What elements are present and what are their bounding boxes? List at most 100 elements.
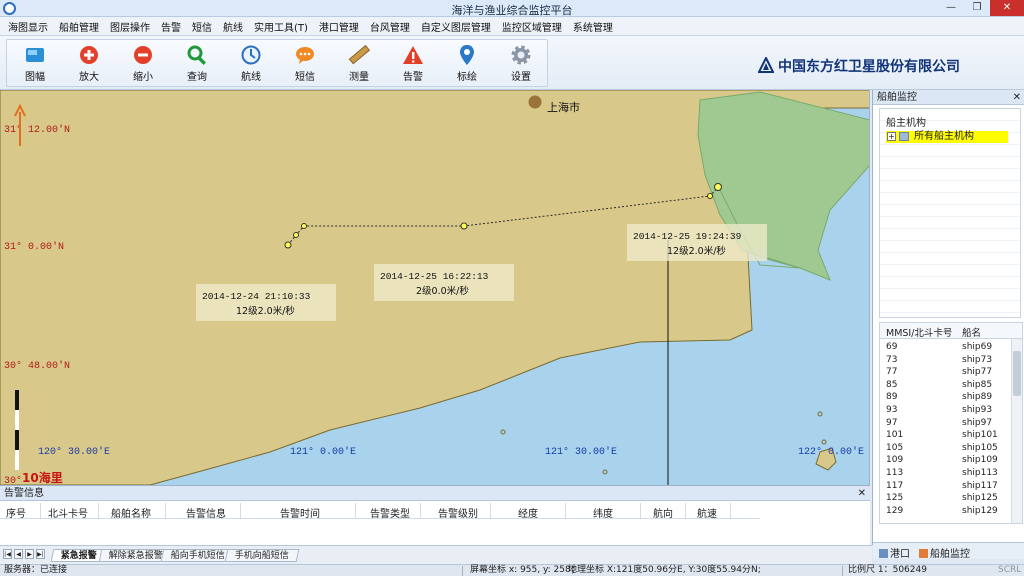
map-canvas[interactable]: 上海市 31° 12.00'N 31° 0.00'N 30° 48.00'N 3… [0, 90, 870, 485]
status-bar: 服务器：已连接 屏幕坐标 x: 955, y: 258； 地理坐标 X:121度… [0, 564, 1024, 576]
ship-list-scrollbar[interactable] [1011, 339, 1022, 523]
city-label: 上海市 [547, 100, 580, 114]
tree-item-all-owners[interactable]: + 所有船主机构 [886, 131, 1008, 143]
menu-route[interactable]: 航线 [223, 19, 243, 34]
ship-id: 77 [886, 367, 898, 378]
alarm-panel: 告警信息 ✕ 序号 北斗卡号 船舶名称 告警信息 告警时间 告警类型 告警级别 … [0, 485, 870, 545]
alarm-header: 告警信息 ✕ [0, 486, 870, 501]
next-tab-icon[interactable]: ▶ [25, 549, 34, 559]
ship-row[interactable]: 85 ship85 [880, 379, 1012, 392]
track-point[interactable] [301, 223, 307, 229]
tool-alarm[interactable]: 告警 [387, 44, 439, 84]
menu-typhoon-management[interactable]: 台风管理 [370, 19, 410, 34]
lon-label-1: 120° 30.00'E [38, 446, 110, 458]
ship-id: 125 [886, 493, 904, 504]
tool-zoom-in[interactable]: 放大 [63, 44, 115, 84]
prev-tab-icon[interactable]: ◀ [14, 549, 23, 559]
port-icon [879, 549, 888, 558]
ship-row[interactable]: 113 ship113 [880, 467, 1012, 480]
ship-row[interactable]: 69 ship69 [880, 341, 1012, 354]
tool-settings[interactable]: 设置 [495, 44, 547, 84]
first-tab-icon[interactable]: |◀ [3, 549, 12, 559]
menu-chart-display[interactable]: 海图显示 [8, 19, 48, 34]
close-button[interactable]: ✕ [990, 0, 1024, 16]
menu-layer-operation[interactable]: 图层操作 [110, 19, 150, 34]
track-point[interactable] [284, 241, 292, 249]
menu-tools[interactable]: 实用工具(T) [254, 19, 308, 34]
track-point[interactable] [460, 222, 468, 230]
ship-row[interactable]: 89 ship89 [880, 391, 1012, 404]
ship-row[interactable]: 125 ship125 [880, 492, 1012, 505]
restore-button[interactable]: ❐ [964, 0, 990, 16]
menu-monitor-area[interactable]: 监控区域管理 [502, 19, 562, 34]
scrollbar-thumb[interactable] [1013, 351, 1021, 396]
lon-label-3: 121° 30.00'E [545, 446, 617, 458]
col-index[interactable]: 序号 [6, 505, 26, 520]
col-latitude[interactable]: 纬度 [593, 505, 613, 520]
svg-text:2014-12-25 19:24:39: 2014-12-25 19:24:39 [633, 231, 742, 242]
ship-row[interactable]: 93 ship93 [880, 404, 1012, 417]
tool-map-sheet[interactable]: 图幅 [9, 44, 61, 84]
scale-bar [15, 390, 19, 470]
lat-label-1: 31° 12.00'N [4, 124, 70, 136]
menu-port-management[interactable]: 港口管理 [319, 19, 359, 34]
tool-search[interactable]: 查询 [171, 44, 223, 84]
ship-row[interactable]: 105 ship105 [880, 442, 1012, 455]
track-point[interactable] [707, 193, 713, 199]
ship-row[interactable]: 129 ship129 [880, 505, 1012, 518]
menu-alarm[interactable]: 告警 [161, 19, 181, 34]
tab-port[interactable]: 港口 [879, 545, 910, 560]
last-tab-icon[interactable]: ▶| [36, 549, 45, 559]
close-icon[interactable]: ✕ [858, 486, 866, 501]
col-alarm-type[interactable]: 告警类型 [370, 505, 410, 520]
ship-row[interactable]: 109 ship109 [880, 454, 1012, 467]
ship-id: 101 [886, 430, 904, 441]
col-beidou-card[interactable]: 北斗卡号 [48, 505, 88, 520]
menu-system[interactable]: 系统管理 [573, 19, 613, 34]
close-icon[interactable]: ✕ [1013, 90, 1021, 105]
col-longitude[interactable]: 经度 [518, 505, 538, 520]
col-ship-name[interactable]: 船舶名称 [111, 505, 151, 520]
col-heading[interactable]: 航向 [653, 505, 673, 520]
ship-name: ship97 [962, 417, 993, 428]
col-ship-name[interactable]: 船名 [962, 325, 981, 339]
col-mmsi[interactable]: MMSI/北斗卡号 [886, 325, 952, 339]
ship-monitor-header: 船舶监控 ✕ [873, 90, 1024, 105]
ship-monitor-title: 船舶监控 [877, 92, 917, 103]
col-alarm-time[interactable]: 告警时间 [280, 505, 320, 520]
sea-chart-map[interactable]: 上海市 31° 12.00'N 31° 0.00'N 30° 48.00'N 3… [0, 90, 870, 485]
tool-message[interactable]: 短信 [279, 44, 331, 84]
menu-ship-management[interactable]: 船舶管理 [59, 19, 99, 34]
col-alarm-level[interactable]: 告警级别 [438, 505, 478, 520]
col-speed[interactable]: 航速 [697, 505, 717, 520]
ship-row[interactable]: 97 ship97 [880, 417, 1012, 430]
ship-id: 97 [886, 417, 898, 428]
ship-name: ship69 [962, 342, 993, 352]
ship-row[interactable]: 101 ship101 [880, 429, 1012, 442]
track-point[interactable] [293, 232, 299, 238]
menu-sms[interactable]: 短信 [192, 19, 212, 34]
scroll-lock-indicator: SCRL [998, 565, 1022, 575]
title-bar: 海洋与渔业综合监控平台 — ❐ ✕ [0, 0, 1024, 17]
tab-phone-to-ship-sms[interactable]: 手机向船短信 [224, 549, 300, 562]
track-label-2: 2014-12-25 16:22:13 2级0.0米/秒 [374, 264, 514, 301]
tool-measure[interactable]: 测量 [333, 44, 385, 84]
ship-name: ship93 [962, 404, 993, 415]
city-marker [528, 95, 542, 109]
track-label-1: 2014-12-24 21:10:33 12级2.0米/秒 [196, 284, 336, 321]
ship-row[interactable]: 117 ship117 [880, 480, 1012, 493]
menu-bar: 海图显示 船舶管理 图层操作 告警 短信 航线 实用工具(T) 港口管理 台风管… [0, 17, 1024, 36]
menu-custom-layer[interactable]: 自定义图层管理 [421, 19, 491, 34]
tool-route[interactable]: 航线 [225, 44, 277, 84]
gear-icon [511, 45, 531, 65]
tab-ship-monitor[interactable]: 船舶监控 [919, 545, 970, 560]
minimize-button[interactable]: — [938, 0, 964, 16]
tool-zoom-out[interactable]: 缩小 [117, 44, 169, 84]
ship-row[interactable]: 73 ship73 [880, 354, 1012, 367]
track-point[interactable] [714, 183, 722, 191]
col-alarm-info[interactable]: 告警信息 [186, 505, 226, 520]
ship-row[interactable]: 77 ship77 [880, 366, 1012, 379]
lon-label-2: 121° 0.00'E [290, 446, 356, 458]
tool-plot[interactable]: 标绘 [441, 44, 493, 84]
expand-icon[interactable]: + [887, 132, 896, 141]
